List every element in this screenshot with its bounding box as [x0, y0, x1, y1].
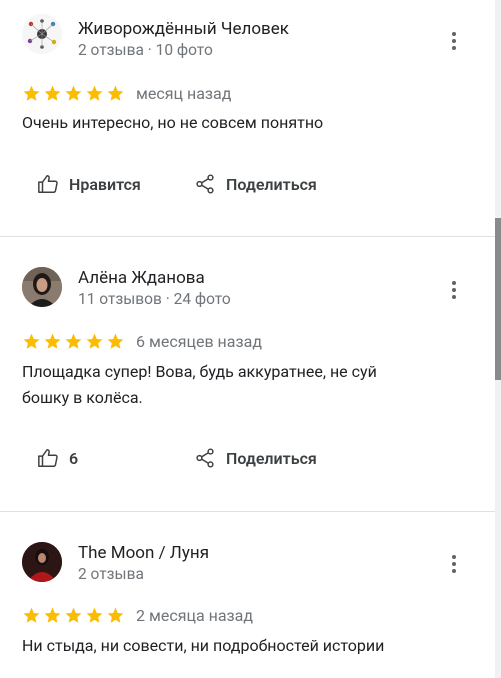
- star-icon: [107, 607, 124, 623]
- avatar[interactable]: [22, 542, 62, 582]
- avatar[interactable]: [22, 14, 62, 54]
- scrollbar-thumb[interactable]: [495, 218, 501, 380]
- avatar-photo: [22, 267, 62, 307]
- rating-row: 6 месяцев назад: [22, 331, 262, 351]
- star-icon: [23, 333, 40, 349]
- star-icon: [44, 607, 61, 623]
- author-meta: 2 отзыва · 10 фото: [78, 41, 213, 59]
- scrollbar[interactable]: [495, 0, 501, 678]
- thumbs-up-icon: [38, 449, 58, 467]
- star-icon: [107, 333, 124, 349]
- review-card: Живорождённый Человек 2 отзыва · 10 фото…: [0, 0, 495, 236]
- avatar-photo: [22, 542, 62, 582]
- author-name[interactable]: The Moon / Луня: [78, 543, 209, 563]
- star-rating: [22, 606, 125, 625]
- rating-row: месяц назад: [22, 83, 231, 103]
- more-options-icon[interactable]: [444, 278, 464, 302]
- star-icon: [44, 85, 61, 101]
- more-options-icon[interactable]: [444, 552, 464, 576]
- share-icon: [196, 448, 214, 468]
- star-icon: [107, 85, 124, 101]
- share-label: Поделиться: [226, 448, 317, 468]
- star-rating: [22, 332, 125, 351]
- review-date: 2 месяца назад: [136, 605, 254, 625]
- like-label: Нравится: [69, 174, 141, 194]
- author-meta: 11 отзывов · 24 фото: [78, 290, 231, 308]
- review-text: Ни стыда, ни совести, ни подробностей ис…: [22, 636, 385, 655]
- avatar[interactable]: [22, 267, 62, 307]
- share-icon: [196, 174, 214, 194]
- star-icon: [86, 85, 103, 101]
- share-button[interactable]: Поделиться: [194, 171, 317, 197]
- review-date: месяц назад: [136, 83, 232, 103]
- author-name[interactable]: Живорождённый Человек: [78, 19, 289, 39]
- author-meta: 2 отзыва: [78, 565, 144, 583]
- like-button[interactable]: Нравится: [37, 171, 141, 197]
- share-button[interactable]: Поделиться: [194, 445, 317, 471]
- like-count: 6: [69, 448, 79, 468]
- rating-row: 2 месяца назад: [22, 605, 253, 625]
- review-card: Алёна Жданова 11 отзывов · 24 фото 6 мес…: [0, 237, 495, 511]
- star-icon: [65, 607, 82, 623]
- star-icon: [65, 85, 82, 101]
- review-text: Очень интересно, но не совсем понятно: [22, 113, 324, 132]
- star-icon: [65, 333, 82, 349]
- more-options-icon[interactable]: [444, 29, 464, 53]
- star-icon: [44, 333, 61, 349]
- star-rating: [22, 84, 125, 103]
- star-icon: [86, 333, 103, 349]
- avatar-collage-image: [22, 14, 62, 54]
- review-date: 6 месяцев назад: [136, 331, 262, 351]
- star-icon: [86, 607, 103, 623]
- star-icon: [23, 85, 40, 101]
- review-card: The Moon / Луня 2 отзыва 2 месяца назад …: [0, 512, 495, 678]
- review-text: Площадка супер! Вова, будь аккуратнее, н…: [22, 362, 377, 407]
- star-icon: [23, 607, 40, 623]
- author-name[interactable]: Алёна Жданова: [78, 268, 205, 288]
- thumbs-up-icon: [38, 175, 58, 193]
- like-button[interactable]: 6: [37, 445, 78, 471]
- share-label: Поделиться: [226, 174, 317, 194]
